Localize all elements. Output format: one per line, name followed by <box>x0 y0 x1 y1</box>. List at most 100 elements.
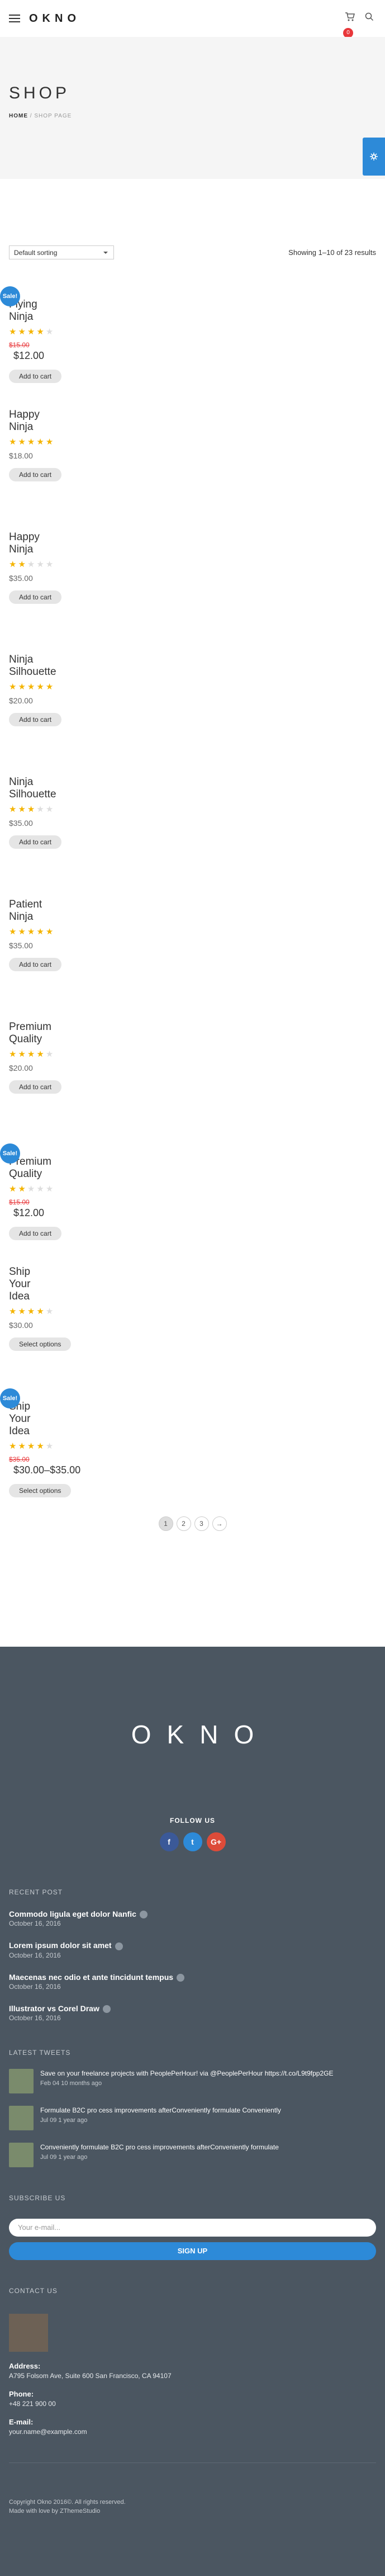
phone-value: +48 221 900 00 <box>9 2400 56 2408</box>
product-card[interactable]: Premium Quality ★★★★★ $20.00 Add to cart <box>9 1021 376 1143</box>
tweet-meta: Jul 09 1 year ago <box>40 2117 88 2124</box>
tweet-text[interactable]: Formulate B2C pro cess improvements afte… <box>40 2106 281 2115</box>
page-number[interactable]: 3 <box>194 1516 209 1531</box>
email-input[interactable]: Your e-mail... <box>9 2219 376 2237</box>
post-title-text[interactable]: Lorem ipsum dolor sit amet <box>9 1941 112 1950</box>
star-icon: ★ <box>9 1441 18 1451</box>
sort-select[interactable]: Default sorting <box>9 245 114 259</box>
product-price: $35.00 <box>9 941 33 950</box>
product-rating: ★★★★★ <box>9 1049 376 1059</box>
star-icon: ★ <box>36 560 46 569</box>
star-icon: ★ <box>45 1184 55 1194</box>
menu-icon[interactable] <box>9 15 20 22</box>
product-card[interactable]: Sale! Premium Quality ★★★★★ $15.00 $12.00 Add… <box>0 1143 376 1266</box>
post-title[interactable]: Commodo ligula eget dolor Nanfic <box>9 1909 376 1919</box>
product-card[interactable]: Sale! Flying Ninja ★★★★★ $15.00 $12.00 Add to… <box>0 286 376 409</box>
recent-post-item[interactable]: Commodo ligula eget dolor Nanfic October … <box>9 1909 376 1927</box>
settings-side-tab[interactable] <box>363 138 385 176</box>
product-name[interactable]: Ninja Silhouette <box>9 776 56 801</box>
page-number[interactable]: 2 <box>176 1516 191 1531</box>
product-rating: ★★★★★ <box>9 1306 376 1316</box>
product-card[interactable]: Ninja Silhouette ★★★★★ $20.00 Add to cart <box>9 654 376 776</box>
product-name[interactable]: Ship Your Idea <box>9 1266 54 1303</box>
google-plus-icon[interactable]: G+ <box>206 1832 226 1851</box>
subscribe-heading: SUBSCRIBE US <box>9 2194 66 2202</box>
product-card[interactable]: Happy Ninja ★★★★★ $18.00 Add to cart <box>9 409 376 531</box>
product-price: $12.00 <box>13 350 45 361</box>
recent-post-item[interactable]: Maecenas nec odio et ante tincidunt temp… <box>9 1973 376 1991</box>
cart-icon[interactable]: 0 <box>343 12 355 38</box>
post-title[interactable]: Illustrator vs Corel Draw <box>9 2004 376 2013</box>
product-price: $30.00–$35.00 <box>13 1464 81 1476</box>
signup-button[interactable]: SIGN UP <box>9 2242 376 2261</box>
add-to-cart-button[interactable]: Add to cart <box>9 590 62 604</box>
email-value[interactable]: your.name@example.com <box>9 2428 376 2436</box>
product-price: $30.00 <box>9 1321 33 1330</box>
comment-icon <box>177 1973 185 1982</box>
add-to-cart-button[interactable]: Add to cart <box>9 835 62 849</box>
recent-post-item[interactable]: Lorem ipsum dolor sit amet October 16, 20… <box>9 1941 376 1959</box>
product-name[interactable]: Premium Quality <box>9 1021 54 1046</box>
add-to-cart-button[interactable]: Add to cart <box>9 713 62 726</box>
star-icon: ★ <box>45 1441 55 1451</box>
add-to-cart-button[interactable]: Add to cart <box>9 370 62 383</box>
pagination: 1 2 3 → <box>0 1516 385 1531</box>
post-title-text[interactable]: Commodo ligula eget dolor Nanfic <box>9 1909 136 1918</box>
star-icon: ★ <box>45 805 55 814</box>
product-rating: ★★★★★ <box>9 1184 376 1194</box>
star-icon: ★ <box>45 437 55 447</box>
star-icon: ★ <box>18 1307 27 1316</box>
header-icons: 0 <box>343 12 374 38</box>
post-title-text[interactable]: Maecenas nec odio et ante tincidunt temp… <box>9 1973 173 1982</box>
next-page-button[interactable]: → <box>212 1516 227 1531</box>
product-card[interactable]: Patient Ninja ★★★★★ $35.00 Add to cart <box>9 899 376 1021</box>
star-icon: ★ <box>18 682 27 692</box>
star-icon: ★ <box>18 1184 27 1194</box>
product-name[interactable]: Ninja Silhouette <box>9 654 56 678</box>
product-name[interactable]: Patient Ninja <box>9 899 54 923</box>
product-name[interactable]: Happy Ninja <box>9 531 54 556</box>
star-icon: ★ <box>45 1050 55 1059</box>
product-price: $20.00 <box>9 1064 33 1072</box>
star-icon: ★ <box>27 1441 37 1451</box>
site-logo[interactable]: OKNO <box>29 12 80 25</box>
star-icon: ★ <box>9 1307 18 1316</box>
product-rating: ★★★★★ <box>9 437 376 447</box>
add-to-cart-button[interactable]: Add to cart <box>9 1080 62 1094</box>
post-title[interactable]: Lorem ipsum dolor sit amet <box>9 1941 376 1950</box>
comment-icon <box>115 1942 123 1950</box>
tweets-list: Save on your freelance projects with Peo… <box>9 2069 376 2168</box>
star-icon: ★ <box>27 560 37 569</box>
star-icon: ★ <box>18 1441 27 1451</box>
product-card[interactable]: Sale! Ship Your Idea ★★★★★ $35.00 $30.00–$35… <box>0 1388 376 1511</box>
add-to-cart-button[interactable]: Add to cart <box>9 1227 62 1240</box>
product-card[interactable]: Ninja Silhouette ★★★★★ $35.00 Add to cart <box>9 776 376 899</box>
tweet-avatar <box>9 2069 34 2094</box>
shop-toolbar: Default sorting Showing 1–10 of 23 resul… <box>0 245 385 259</box>
product-card[interactable]: Ship Your Idea ★★★★★ $30.00 Select options <box>9 1266 376 1388</box>
star-icon: ★ <box>18 327 27 337</box>
page-number[interactable]: 1 <box>158 1516 173 1531</box>
recent-post-item[interactable]: Illustrator vs Corel Draw October 16, 201… <box>9 2004 376 2022</box>
product-card[interactable]: Happy Ninja ★★★★★ $35.00 Add to cart <box>9 531 376 654</box>
tweet-text[interactable]: Save on your freelance projects with Peo… <box>40 2069 333 2078</box>
add-to-cart-button[interactable]: Add to cart <box>9 468 62 481</box>
product-name[interactable]: Happy Ninja <box>9 409 54 433</box>
facebook-icon[interactable]: f <box>159 1832 179 1851</box>
tweet-text[interactable]: Conveniently formulate B2C pro cess impr… <box>40 2143 279 2152</box>
twitter-icon[interactable]: t <box>183 1832 202 1851</box>
search-icon[interactable] <box>365 12 374 21</box>
star-icon: ★ <box>27 1050 37 1059</box>
add-to-cart-button[interactable]: Add to cart <box>9 958 62 971</box>
recent-posts: Commodo ligula eget dolor Nanfic October … <box>9 1909 376 2022</box>
product-list: Sale! Flying Ninja ★★★★★ $15.00 $12.00 Add to… <box>0 286 385 1511</box>
post-title[interactable]: Maecenas nec odio et ante tincidunt temp… <box>9 1973 376 1982</box>
add-to-cart-button[interactable]: Select options <box>9 1484 72 1497</box>
phone-label: Phone: <box>9 2390 34 2399</box>
post-title-text[interactable]: Illustrator vs Corel Draw <box>9 2004 99 2013</box>
footer-logo[interactable]: OKNO <box>9 1719 376 1750</box>
add-to-cart-button[interactable]: Select options <box>9 1337 72 1351</box>
breadcrumb-current: SHOP PAGE <box>34 113 72 119</box>
product-old-price: $15.00 <box>9 1198 30 1206</box>
breadcrumb-home[interactable]: HOME <box>9 113 28 119</box>
